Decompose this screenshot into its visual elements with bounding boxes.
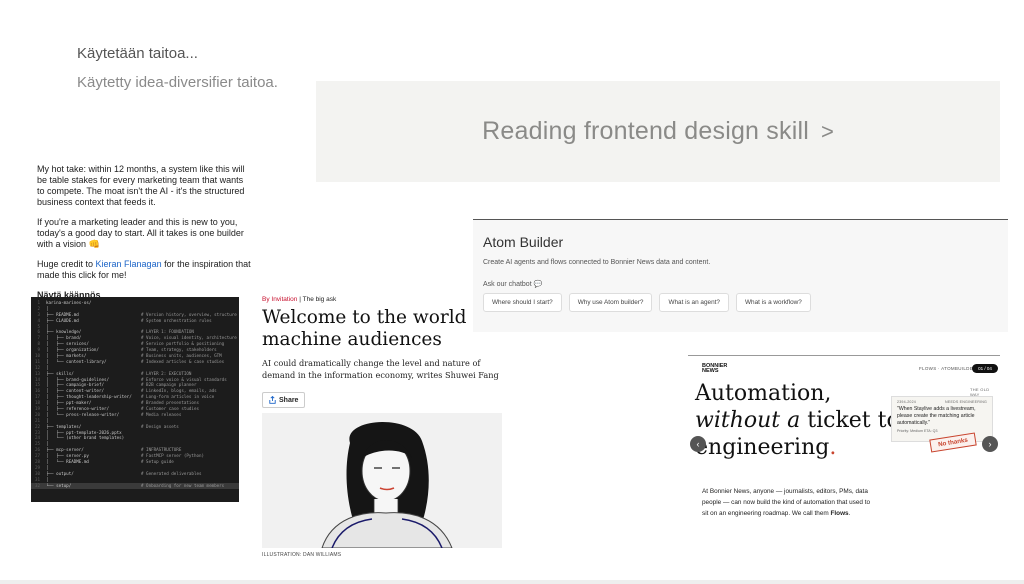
atom-builder-panel: Atom Builder Create AI agents and flows … bbox=[473, 219, 1008, 332]
chevron-right-icon: > bbox=[820, 118, 834, 144]
slide-body: At Bonnier News, anyone — journalists, e… bbox=[702, 488, 871, 517]
slide-counter: 01 / 04 bbox=[972, 364, 998, 373]
bonnier-logo: BONNIER NEWS bbox=[702, 363, 728, 374]
code-screenshot: 1 karina-marines-os/2 │ 3 ├── README.md # Ver… bbox=[31, 297, 239, 502]
ask-chatbot-label: Ask our chatbot 💬 bbox=[483, 281, 543, 288]
atom-title: Atom Builder bbox=[483, 234, 564, 250]
reading-skill-banner[interactable]: Reading frontend design skill > bbox=[316, 81, 1000, 182]
chip-what-agent[interactable]: What is an agent? bbox=[659, 293, 729, 312]
chip-why-atom[interactable]: Why use Atom builder? bbox=[568, 293, 653, 312]
bonnier-slide: BONNIER NEWS FLOWS · ATOMBUILDER 01 / 04 … bbox=[688, 355, 1000, 560]
article-headline: Welcome to the world of machine audience… bbox=[262, 307, 491, 350]
prev-arrow-icon[interactable]: ‹ bbox=[690, 436, 706, 452]
status-used-skill: Käytetty idea-diversifier taitoa. bbox=[77, 74, 278, 91]
author-link[interactable]: Kieran Flanagan bbox=[96, 259, 162, 269]
illustration-caption: ILLUSTRATION: DAN WILLIAMS bbox=[262, 552, 342, 558]
post-paragraph-1: My hot take: within 12 months, a system … bbox=[37, 164, 245, 207]
flows-label: FLOWS · ATOMBUILDER bbox=[919, 366, 977, 371]
chip-what-workflow[interactable]: What is a workflow? bbox=[735, 293, 811, 312]
atom-subtitle: Create AI agents and flows connected to … bbox=[483, 259, 711, 266]
bottom-divider bbox=[0, 580, 1024, 584]
banner-text: Reading frontend design skill bbox=[482, 117, 809, 145]
article-dek: AI could dramatically change the level a… bbox=[262, 358, 499, 380]
suggestion-chips: Where should I start? Why use Atom build… bbox=[483, 293, 811, 312]
slide-headline: Automation, without a ticket to engineer… bbox=[695, 381, 900, 460]
share-icon bbox=[269, 396, 276, 404]
article-card: By Invitation | The big ask Welcome to t… bbox=[262, 296, 502, 409]
article-kicker: By Invitation | The big ask bbox=[262, 296, 337, 303]
linkedin-post: My hot take: within 12 months, a system … bbox=[37, 164, 252, 301]
portrait-illustration bbox=[262, 413, 502, 548]
next-arrow-icon[interactable]: › bbox=[982, 436, 998, 452]
code-line: 32 └── setup/# Onboarding for new team me… bbox=[31, 482, 239, 489]
chip-where-start[interactable]: Where should I start? bbox=[483, 293, 562, 312]
post-paragraph-3: Huge credit to Kieran Flanagan for the i… bbox=[37, 259, 251, 280]
share-button[interactable]: Share bbox=[262, 392, 306, 408]
status-using-skill: Käytetään taitoa... bbox=[77, 45, 198, 62]
ticket-card: 2394-2024 NEEDS ENGINEERING "When Stayliv… bbox=[891, 396, 993, 442]
post-paragraph-2: If you're a marketing leader and this is… bbox=[37, 217, 244, 249]
